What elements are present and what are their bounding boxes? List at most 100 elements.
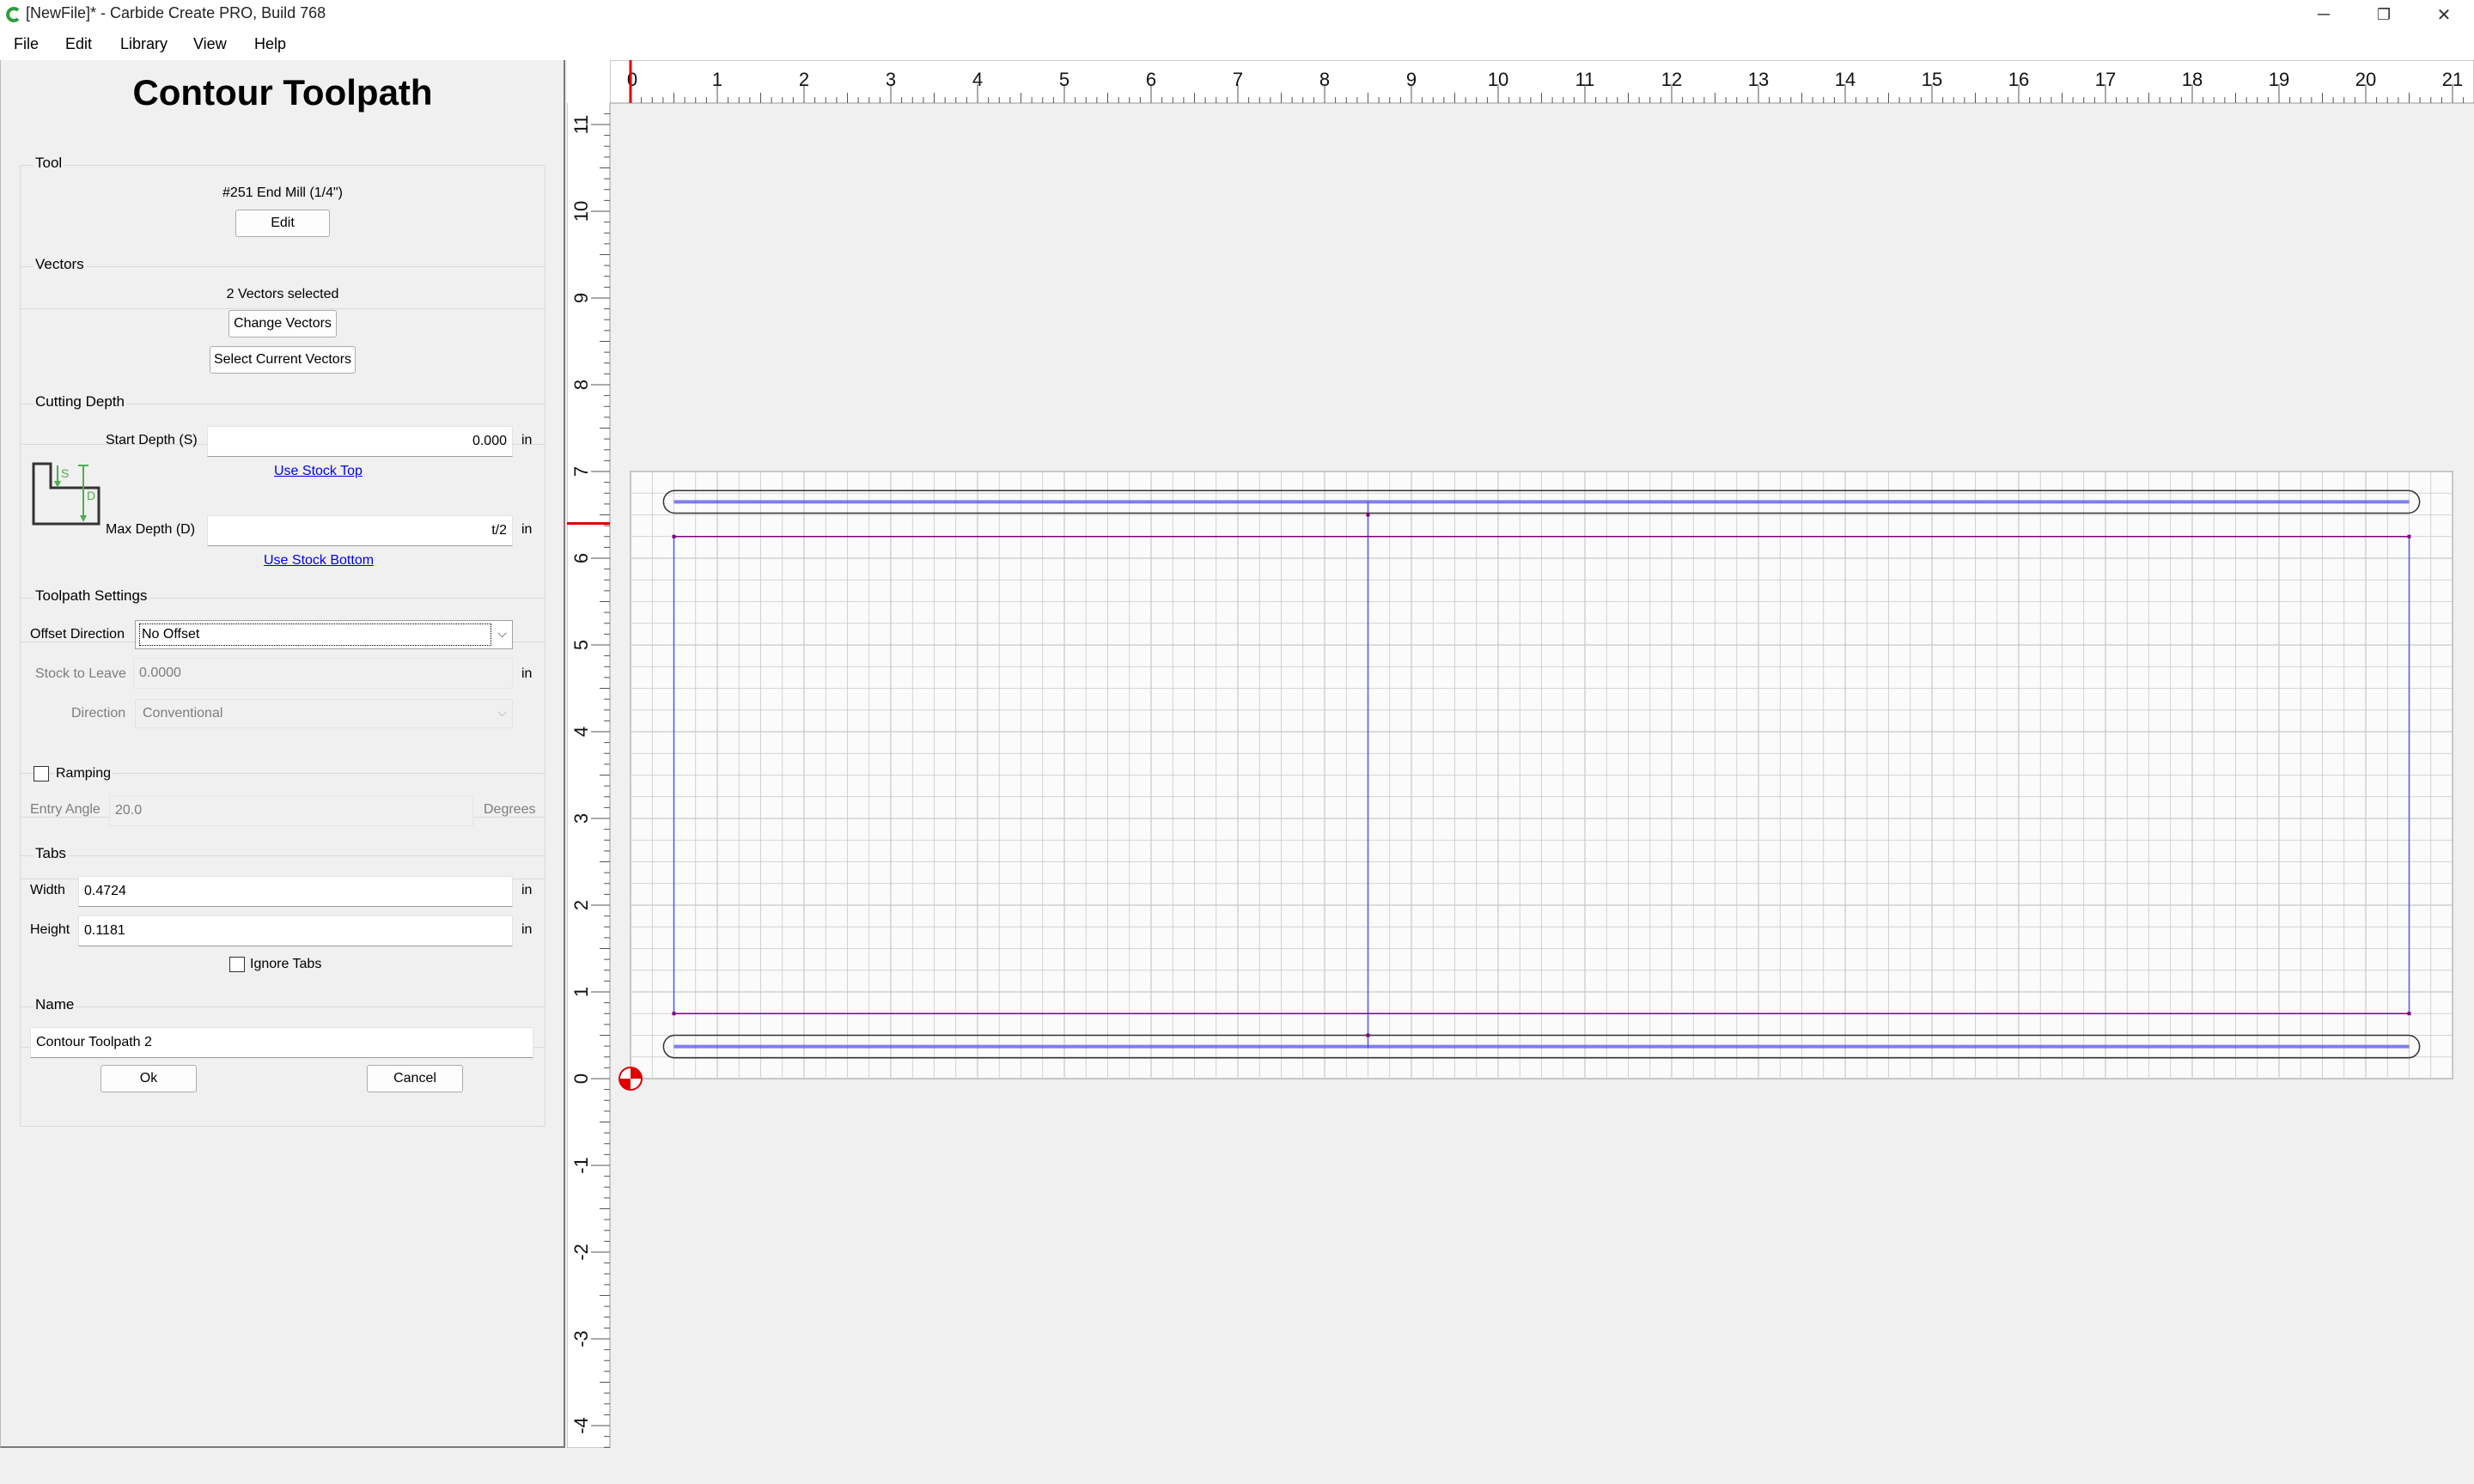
edit-tool-button[interactable]: Edit <box>235 210 330 237</box>
vector-node <box>1366 513 1370 517</box>
max-depth-label: Max Depth (D) <box>106 522 196 537</box>
ruler-top-label: 10 <box>1488 69 1508 90</box>
entry-angle-input[interactable]: 20.0 <box>109 795 473 826</box>
use-stock-top-link[interactable]: Use Stock Top <box>274 464 363 479</box>
ruler-left <box>567 60 611 1448</box>
ruler-top-label: 3 <box>886 69 896 90</box>
cutting-depth-group-label: Cutting Depth <box>34 393 126 411</box>
use-stock-bottom-link[interactable]: Use Stock Bottom <box>264 553 374 569</box>
canvas-drawing[interactable]: 0 1 2 3 4 5 6 7 8 9 10 11 12 13 14 15 16 17 18 19 20 21111098… <box>567 60 2474 1448</box>
ruler-top-label: 8 <box>1319 69 1330 90</box>
ruler-left-label: 0 <box>570 1073 592 1084</box>
offset-direction-value: No Offset <box>139 623 491 646</box>
minimize-icon: ─ <box>2317 4 2331 24</box>
menu-edit[interactable]: Edit <box>65 35 92 53</box>
stock-to-leave-unit: in <box>521 666 533 681</box>
start-depth-input[interactable]: 0.000 <box>207 426 513 457</box>
ruler-top-label: 16 <box>2008 69 2029 90</box>
toolpath-name-input[interactable]: Contour Toolpath 2 <box>30 1027 533 1058</box>
tab-height-unit: in <box>521 922 533 937</box>
direction-select[interactable]: Conventional ⌵ <box>135 699 513 728</box>
ruler-left-label: -4 <box>570 1417 592 1434</box>
ruler-left-label: 4 <box>570 727 592 737</box>
ruler-left-label: 2 <box>570 900 592 910</box>
menu-help[interactable]: Help <box>254 35 286 53</box>
ok-button[interactable]: Ok <box>101 1065 197 1092</box>
ruler-top-label: 18 <box>2182 69 2203 90</box>
max-depth-unit: in <box>521 522 533 537</box>
menu-bar: File Edit Library View Help <box>0 29 2474 60</box>
ruler-left-label: 11 <box>570 115 592 135</box>
restore-button[interactable]: ❐ <box>2354 0 2414 29</box>
ruler-top-label: 5 <box>1059 69 1069 90</box>
tab-width-input[interactable]: 0.4724 <box>78 876 513 907</box>
max-depth-input[interactable]: t/2 <box>207 515 513 546</box>
contour-toolpath-panel: Contour Toolpath Tool #251 End Mill (1/4… <box>0 60 565 1448</box>
ruler-left-label: -3 <box>570 1330 592 1347</box>
carbide-create-logo-icon <box>6 7 20 22</box>
tab-width-label: Width <box>30 883 65 897</box>
menu-file[interactable]: File <box>14 35 39 53</box>
offset-direction-select[interactable]: No Offset ⌵ <box>135 620 513 649</box>
diagram-d-label: D <box>87 489 95 502</box>
tabs-group-label: Tabs <box>34 845 68 862</box>
direction-value: Conventional <box>143 706 223 721</box>
ruler-left-label: 1 <box>570 987 592 997</box>
vectors-selected-text: 2 Vectors selected <box>226 287 339 301</box>
start-depth-label: Start Depth (S) <box>106 433 198 447</box>
ramping-checkbox[interactable] <box>34 766 49 782</box>
minimize-button[interactable]: ─ <box>2294 0 2354 29</box>
ruler-left-label: 7 <box>570 466 592 477</box>
select-current-vectors-button[interactable]: Select Current Vectors <box>210 346 356 374</box>
chevron-down-icon: ⌵ <box>497 626 507 640</box>
stock-to-leave-input[interactable]: 0.0000 <box>133 658 513 689</box>
change-vectors-button[interactable]: Change Vectors <box>229 310 337 338</box>
tab-width-unit: in <box>521 883 533 897</box>
stock-to-leave-label: Stock to Leave <box>35 666 126 681</box>
menu-view[interactable]: View <box>193 35 227 53</box>
ignore-tabs-label: Ignore Tabs <box>250 957 322 971</box>
toolpath-settings-group-label: Toolpath Settings <box>34 587 149 605</box>
diagram-s-label: S <box>61 466 69 480</box>
vectors-group-label: Vectors <box>34 256 86 273</box>
name-group-label: Name <box>34 996 76 1013</box>
origin-icon <box>618 1067 643 1091</box>
tool-name: #251 End Mill (1/4") <box>222 186 343 200</box>
vector-node <box>1366 1033 1370 1037</box>
menu-library[interactable]: Library <box>120 35 168 53</box>
ruler-left-label: 3 <box>570 813 592 824</box>
ruler-top-label: 9 <box>1406 69 1417 90</box>
window-title: [NewFile]* - Carbide Create PRO, Build 7… <box>26 4 326 21</box>
ignore-tabs-checkbox[interactable] <box>229 957 245 972</box>
close-icon: ✕ <box>2436 5 2452 25</box>
chevron-down-icon: ⌵ <box>497 705 507 719</box>
ruler-left-label: 6 <box>570 553 592 563</box>
ruler-top-label: 17 <box>2095 69 2116 90</box>
tab-height-input[interactable]: 0.1181 <box>78 915 513 946</box>
ruler-top-label: 21 <box>2442 69 2463 90</box>
ruler-left-label: 5 <box>570 640 592 650</box>
name-group <box>20 1007 545 1127</box>
ruler-left-label: 10 <box>570 201 592 222</box>
ruler-left-label: -2 <box>570 1244 592 1261</box>
depth-diagram-icon: S D <box>32 462 101 526</box>
offset-direction-label: Offset Direction <box>30 627 125 642</box>
ruler-corner <box>567 60 610 103</box>
cancel-button[interactable]: Cancel <box>367 1065 463 1092</box>
ruler-top-label: 13 <box>1748 69 1769 90</box>
ruler-top-label: 0 <box>627 69 637 90</box>
ruler-top-label: 7 <box>1233 69 1243 90</box>
ruler-top-label: 1 <box>712 69 722 90</box>
design-canvas[interactable]: 0 1 2 3 4 5 6 7 8 9 10 11 12 13 14 15 16 17 18 19 20 21 11 10 9 8… <box>567 60 2474 1448</box>
ruler-top-label: 20 <box>2355 69 2376 90</box>
ruler-top-label: 12 <box>1661 69 1682 90</box>
ruler-top-label: 6 <box>1146 69 1156 90</box>
ruler-left-label: 8 <box>570 380 592 390</box>
title-bar: [NewFile]* - Carbide Create PRO, Build 7… <box>0 0 2474 29</box>
ruler-top-label: 15 <box>1922 69 1942 90</box>
ruler-top-label: 2 <box>799 69 809 90</box>
ruler-left-label: -1 <box>570 1157 592 1174</box>
vector-node <box>672 534 676 538</box>
close-button[interactable]: ✕ <box>2414 0 2474 29</box>
restore-icon: ❐ <box>2376 5 2392 23</box>
